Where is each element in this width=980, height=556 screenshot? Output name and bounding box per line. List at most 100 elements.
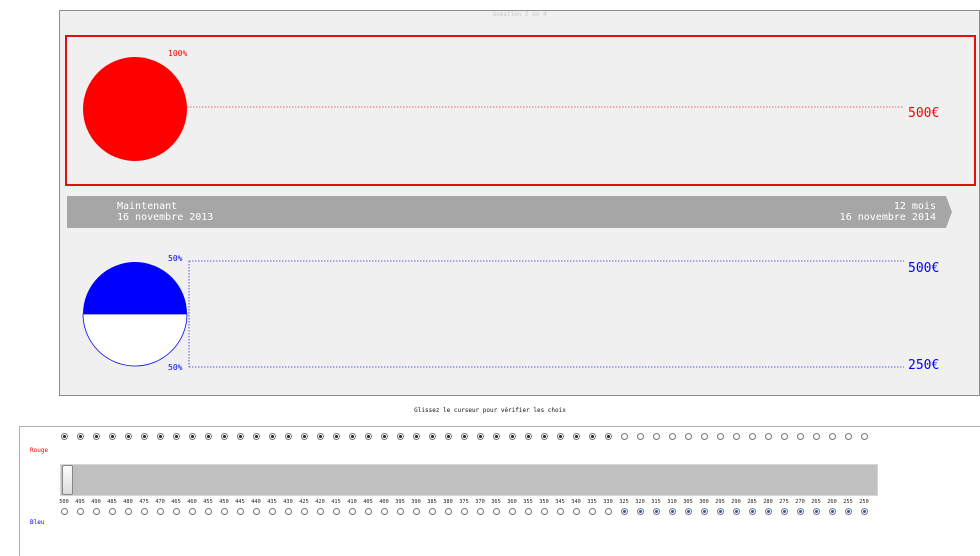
bleu-radio-480[interactable]	[125, 508, 132, 515]
rouge-radio-310[interactable]	[669, 433, 676, 440]
rouge-radio-330[interactable]	[605, 433, 612, 440]
bleu-radio-270[interactable]	[797, 508, 804, 515]
bleu-radio-385[interactable]	[429, 508, 436, 515]
rouge-radio-305[interactable]	[685, 433, 692, 440]
rouge-radio-460[interactable]	[189, 433, 196, 440]
bleu-radio-310[interactable]	[669, 508, 676, 515]
bleu-radio-315[interactable]	[653, 508, 660, 515]
bleu-radio-465[interactable]	[173, 508, 180, 515]
rouge-radio-455[interactable]	[205, 433, 212, 440]
bleu-radio-445[interactable]	[237, 508, 244, 515]
slider-track[interactable]	[60, 464, 878, 496]
rouge-radio-390[interactable]	[413, 433, 420, 440]
rouge-radio-400[interactable]	[381, 433, 388, 440]
bleu-radio-320[interactable]	[637, 508, 644, 515]
bleu-radio-405[interactable]	[365, 508, 372, 515]
bleu-radio-300[interactable]	[701, 508, 708, 515]
rouge-radio-425[interactable]	[301, 433, 308, 440]
rouge-radio-280[interactable]	[765, 433, 772, 440]
bleu-radio-490[interactable]	[93, 508, 100, 515]
rouge-radio-365[interactable]	[493, 433, 500, 440]
rouge-radio-395[interactable]	[397, 433, 404, 440]
bleu-radio-345[interactable]	[557, 508, 564, 515]
rouge-radio-295[interactable]	[717, 433, 724, 440]
rouge-radio-380[interactable]	[445, 433, 452, 440]
bleu-radio-340[interactable]	[573, 508, 580, 515]
rouge-radio-440[interactable]	[253, 433, 260, 440]
rouge-radio-420[interactable]	[317, 433, 324, 440]
rouge-radio-485[interactable]	[109, 433, 116, 440]
bleu-radio-305[interactable]	[685, 508, 692, 515]
rouge-radio-285[interactable]	[749, 433, 756, 440]
slider-thumb[interactable]	[62, 465, 73, 495]
rouge-radio-335[interactable]	[589, 433, 596, 440]
rouge-radio-270[interactable]	[797, 433, 804, 440]
bleu-radio-295[interactable]	[717, 508, 724, 515]
rouge-radio-320[interactable]	[637, 433, 644, 440]
rouge-radio-465[interactable]	[173, 433, 180, 440]
rouge-radio-345[interactable]	[557, 433, 564, 440]
rouge-radio-500[interactable]	[61, 433, 68, 440]
bleu-radio-330[interactable]	[605, 508, 612, 515]
rouge-radio-315[interactable]	[653, 433, 660, 440]
bleu-radio-455[interactable]	[205, 508, 212, 515]
bleu-radio-430[interactable]	[285, 508, 292, 515]
bleu-radio-335[interactable]	[589, 508, 596, 515]
rouge-radio-265[interactable]	[813, 433, 820, 440]
bleu-radio-275[interactable]	[781, 508, 788, 515]
rouge-radio-405[interactable]	[365, 433, 372, 440]
bleu-radio-470[interactable]	[157, 508, 164, 515]
bleu-radio-280[interactable]	[765, 508, 772, 515]
bleu-radio-290[interactable]	[733, 508, 740, 515]
rouge-radio-275[interactable]	[781, 433, 788, 440]
rouge-radio-290[interactable]	[733, 433, 740, 440]
rouge-radio-475[interactable]	[141, 433, 148, 440]
bleu-radio-450[interactable]	[221, 508, 228, 515]
bleu-radio-375[interactable]	[461, 508, 468, 515]
bleu-radio-475[interactable]	[141, 508, 148, 515]
rouge-radio-450[interactable]	[221, 433, 228, 440]
bleu-radio-460[interactable]	[189, 508, 196, 515]
rouge-radio-480[interactable]	[125, 433, 132, 440]
bleu-radio-285[interactable]	[749, 508, 756, 515]
bleu-radio-365[interactable]	[493, 508, 500, 515]
bleu-radio-260[interactable]	[829, 508, 836, 515]
rouge-radio-375[interactable]	[461, 433, 468, 440]
bleu-radio-355[interactable]	[525, 508, 532, 515]
rouge-radio-445[interactable]	[237, 433, 244, 440]
bleu-radio-420[interactable]	[317, 508, 324, 515]
rouge-radio-435[interactable]	[269, 433, 276, 440]
rouge-radio-410[interactable]	[349, 433, 356, 440]
rouge-radio-325[interactable]	[621, 433, 628, 440]
bleu-radio-500[interactable]	[61, 508, 68, 515]
bleu-radio-360[interactable]	[509, 508, 516, 515]
bleu-radio-495[interactable]	[77, 508, 84, 515]
bleu-radio-485[interactable]	[109, 508, 116, 515]
rouge-radio-355[interactable]	[525, 433, 532, 440]
bleu-radio-325[interactable]	[621, 508, 628, 515]
bleu-radio-380[interactable]	[445, 508, 452, 515]
bleu-radio-265[interactable]	[813, 508, 820, 515]
bleu-radio-250[interactable]	[861, 508, 868, 515]
rouge-radio-415[interactable]	[333, 433, 340, 440]
bleu-radio-440[interactable]	[253, 508, 260, 515]
bleu-radio-390[interactable]	[413, 508, 420, 515]
rouge-radio-370[interactable]	[477, 433, 484, 440]
rouge-radio-360[interactable]	[509, 433, 516, 440]
rouge-radio-340[interactable]	[573, 433, 580, 440]
bleu-radio-415[interactable]	[333, 508, 340, 515]
bleu-radio-425[interactable]	[301, 508, 308, 515]
bleu-radio-435[interactable]	[269, 508, 276, 515]
rouge-radio-490[interactable]	[93, 433, 100, 440]
rouge-radio-260[interactable]	[829, 433, 836, 440]
rouge-radio-350[interactable]	[541, 433, 548, 440]
rouge-radio-250[interactable]	[861, 433, 868, 440]
rouge-radio-470[interactable]	[157, 433, 164, 440]
bleu-radio-410[interactable]	[349, 508, 356, 515]
rouge-radio-255[interactable]	[845, 433, 852, 440]
bleu-radio-395[interactable]	[397, 508, 404, 515]
rouge-radio-300[interactable]	[701, 433, 708, 440]
rouge-radio-495[interactable]	[77, 433, 84, 440]
rouge-radio-385[interactable]	[429, 433, 436, 440]
bleu-radio-255[interactable]	[845, 508, 852, 515]
